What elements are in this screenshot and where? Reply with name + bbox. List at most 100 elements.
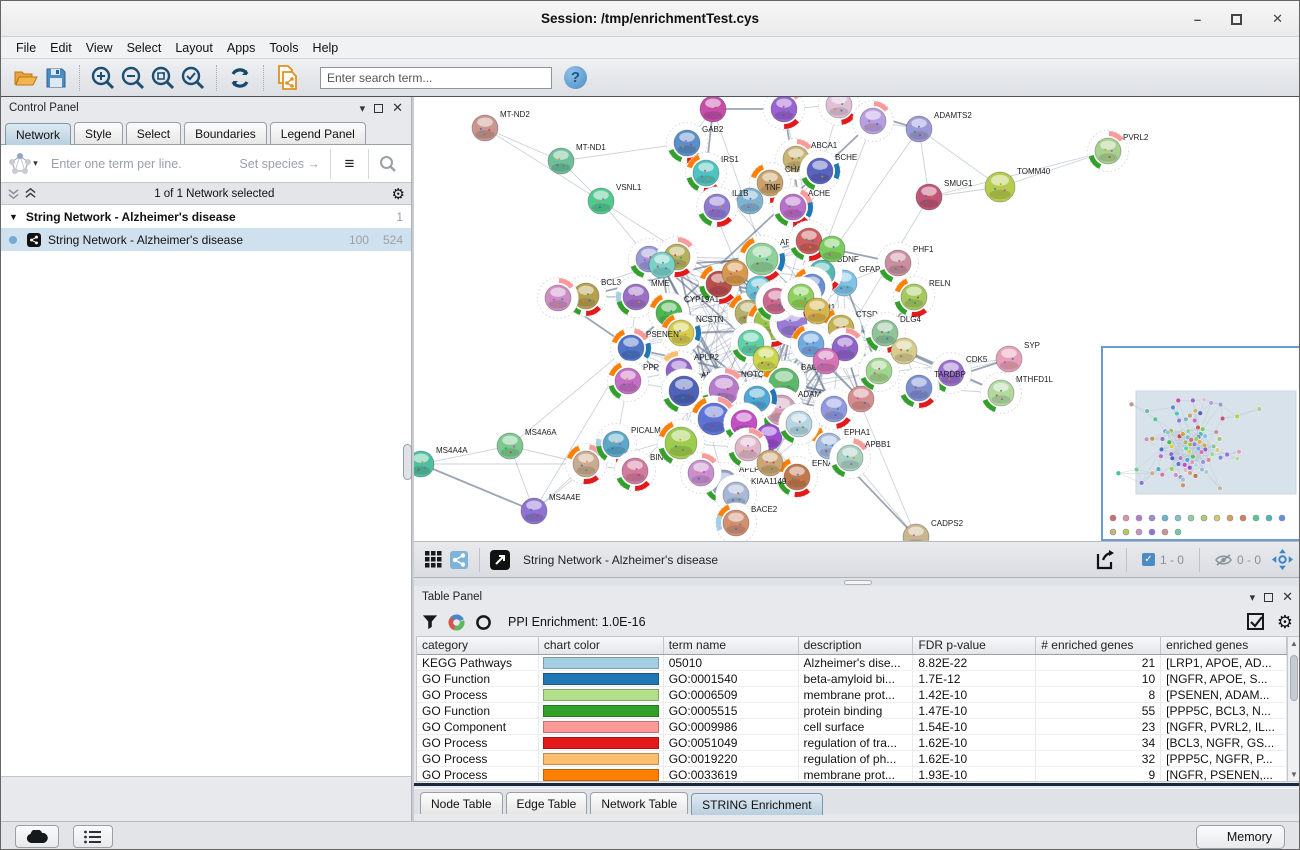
menu-item-apps[interactable]: Apps [220, 39, 263, 57]
network-node[interactable] [759, 97, 808, 134]
panel-menu-icon[interactable]: ▾ [360, 102, 366, 115]
horizontal-splitter[interactable] [414, 578, 1300, 586]
ring-chart-icon[interactable] [475, 614, 492, 631]
scrollbar-thumb[interactable] [1290, 655, 1298, 701]
column-header-category[interactable]: category [417, 637, 539, 654]
column-header-description[interactable]: description [799, 637, 914, 654]
menu-item-select[interactable]: Select [120, 39, 169, 57]
zoom-in-button[interactable] [88, 63, 118, 93]
select-all-icon[interactable] [1247, 613, 1265, 631]
maximize-button[interactable] [1231, 14, 1242, 25]
column-header-FDR-p-value[interactable]: FDR p-value [913, 637, 1036, 654]
refresh-button[interactable] [225, 63, 255, 93]
export-network-button[interactable] [1091, 545, 1119, 575]
menu-item-view[interactable]: View [79, 39, 120, 57]
column-header-term-name[interactable]: term name [664, 637, 799, 654]
network-node[interactable]: VSNL1 [588, 183, 642, 214]
zoom-fit-button[interactable] [148, 63, 178, 93]
column-header-enriched-genes[interactable]: enriched genes [1161, 637, 1287, 654]
table-row[interactable]: GO ComponentGO:0009986cell surface1.54E-… [417, 719, 1287, 735]
tab-legend-panel[interactable]: Legend Panel [270, 122, 366, 144]
float-panel-icon[interactable] [1264, 593, 1273, 602]
scroll-down-icon[interactable]: ▼ [1288, 768, 1300, 781]
zoom-out-button[interactable] [118, 63, 148, 93]
table-scrollbar[interactable]: ▲ ▼ [1287, 636, 1300, 782]
menu-item-file[interactable]: File [9, 39, 43, 57]
table-row[interactable]: GO ProcessGO:0033619membrane prot...1.93… [417, 767, 1287, 782]
menu-item-layout[interactable]: Layout [168, 39, 220, 57]
network-node[interactable] [757, 450, 783, 476]
task-history-button[interactable] [73, 825, 113, 848]
birdseye-toggle-button[interactable] [446, 545, 472, 575]
grid-view-button[interactable] [420, 545, 446, 575]
network-node[interactable] [722, 260, 748, 286]
birds-eye-view[interactable] [1101, 346, 1300, 541]
settings-gear-icon[interactable]: ⚙ [1277, 612, 1293, 633]
network-node[interactable]: MS4A6A [497, 428, 557, 459]
menu-item-help[interactable]: Help [306, 39, 346, 57]
network-node[interactable]: MT-ND2 [472, 110, 530, 141]
tab-edge-table[interactable]: Edge Table [506, 792, 588, 814]
string-logo-icon[interactable]: ▾ [5, 149, 41, 179]
network-node[interactable] [681, 453, 722, 494]
network-node[interactable] [753, 346, 779, 372]
network-node[interactable] [853, 101, 894, 142]
column-header--enriched-genes[interactable]: # enriched genes [1036, 637, 1161, 654]
tab-style[interactable]: Style [74, 122, 123, 144]
pan-mode-button[interactable] [1269, 545, 1295, 575]
memory-button[interactable]: Memory [1196, 825, 1285, 849]
network-node[interactable] [649, 252, 675, 278]
tree-expander-icon[interactable]: ▼ [9, 212, 18, 222]
tab-string-enrichment[interactable]: STRING Enrichment [691, 793, 822, 815]
table-row[interactable]: GO FunctionGO:0001540beta-amyloid bi...1… [417, 671, 1287, 687]
network-collection-row[interactable]: ▼ String Network - Alzheimer's disease 1 [1, 205, 411, 228]
network-node[interactable]: SYP [996, 341, 1040, 372]
collapse-all-icon[interactable] [7, 187, 20, 200]
table-row[interactable]: GO FunctionGO:0005515protein binding1.47… [417, 703, 1287, 719]
close-panel-icon[interactable]: ✕ [392, 100, 403, 116]
string-query-input[interactable]: Enter one term per line. Set species → [41, 149, 331, 179]
help-button[interactable]: ? [564, 66, 587, 89]
string-options-button[interactable]: ≡ [331, 149, 369, 179]
menu-item-edit[interactable]: Edit [43, 39, 79, 57]
zoom-selected-button[interactable] [178, 63, 208, 93]
open-session-button[interactable] [11, 63, 41, 93]
enrichment-table[interactable]: categorychart colorterm namedescriptionF… [416, 636, 1287, 782]
cloud-button[interactable] [15, 825, 59, 848]
float-panel-icon[interactable] [374, 104, 383, 113]
filter-icon[interactable] [422, 614, 438, 630]
tab-network-table[interactable]: Network Table [590, 792, 688, 814]
network-node[interactable] [804, 298, 830, 324]
table-row[interactable]: GO ProcessGO:0051049regulation of tra...… [417, 735, 1287, 751]
network-node[interactable]: TOMM40 [985, 167, 1051, 202]
string-search-button[interactable] [369, 149, 407, 179]
minimize-button[interactable]: – [1194, 12, 1201, 27]
column-header-chart-color[interactable]: chart color [539, 637, 664, 654]
detach-view-button[interactable] [487, 545, 513, 575]
table-row[interactable]: GO ProcessGO:0019220regulation of ph...1… [417, 751, 1287, 767]
network-row-selected[interactable]: String Network - Alzheimer's disease 100… [1, 228, 411, 251]
close-panel-icon[interactable]: ✕ [1282, 589, 1293, 605]
save-session-button[interactable] [41, 63, 71, 93]
table-row[interactable]: GO ProcessGO:0006509membrane prot...1.42… [417, 687, 1287, 703]
network-node[interactable]: APBB1 [828, 436, 892, 481]
tab-network[interactable]: Network [5, 123, 71, 145]
network-node[interactable]: MS4A4E [521, 493, 581, 524]
tab-boundaries[interactable]: Boundaries [184, 122, 267, 144]
menu-item-tools[interactable]: Tools [262, 39, 305, 57]
panel-splitter-grip[interactable] [403, 444, 412, 480]
network-node[interactable] [819, 236, 845, 262]
set-species-hint[interactable]: Set species → [239, 157, 320, 171]
network-node[interactable]: ADAMTS2 [906, 111, 972, 142]
network-node[interactable] [700, 97, 726, 122]
chart-color-icon[interactable] [448, 614, 465, 631]
tab-node-table[interactable]: Node Table [420, 792, 503, 814]
copy-network-button[interactable] [272, 63, 302, 93]
network-view[interactable]: MT-ND2MT-ND1VSNL1GAB2IRS1ABCA1CHATBCHETN… [414, 97, 1300, 542]
expand-all-icon[interactable] [24, 187, 37, 200]
network-node[interactable] [538, 278, 579, 319]
network-node[interactable]: PVRL2 [1084, 127, 1149, 174]
panel-menu-icon[interactable]: ▾ [1250, 591, 1256, 604]
gear-icon[interactable]: ⚙ [392, 185, 405, 203]
network-node[interactable]: MTHFD1L [979, 371, 1054, 416]
